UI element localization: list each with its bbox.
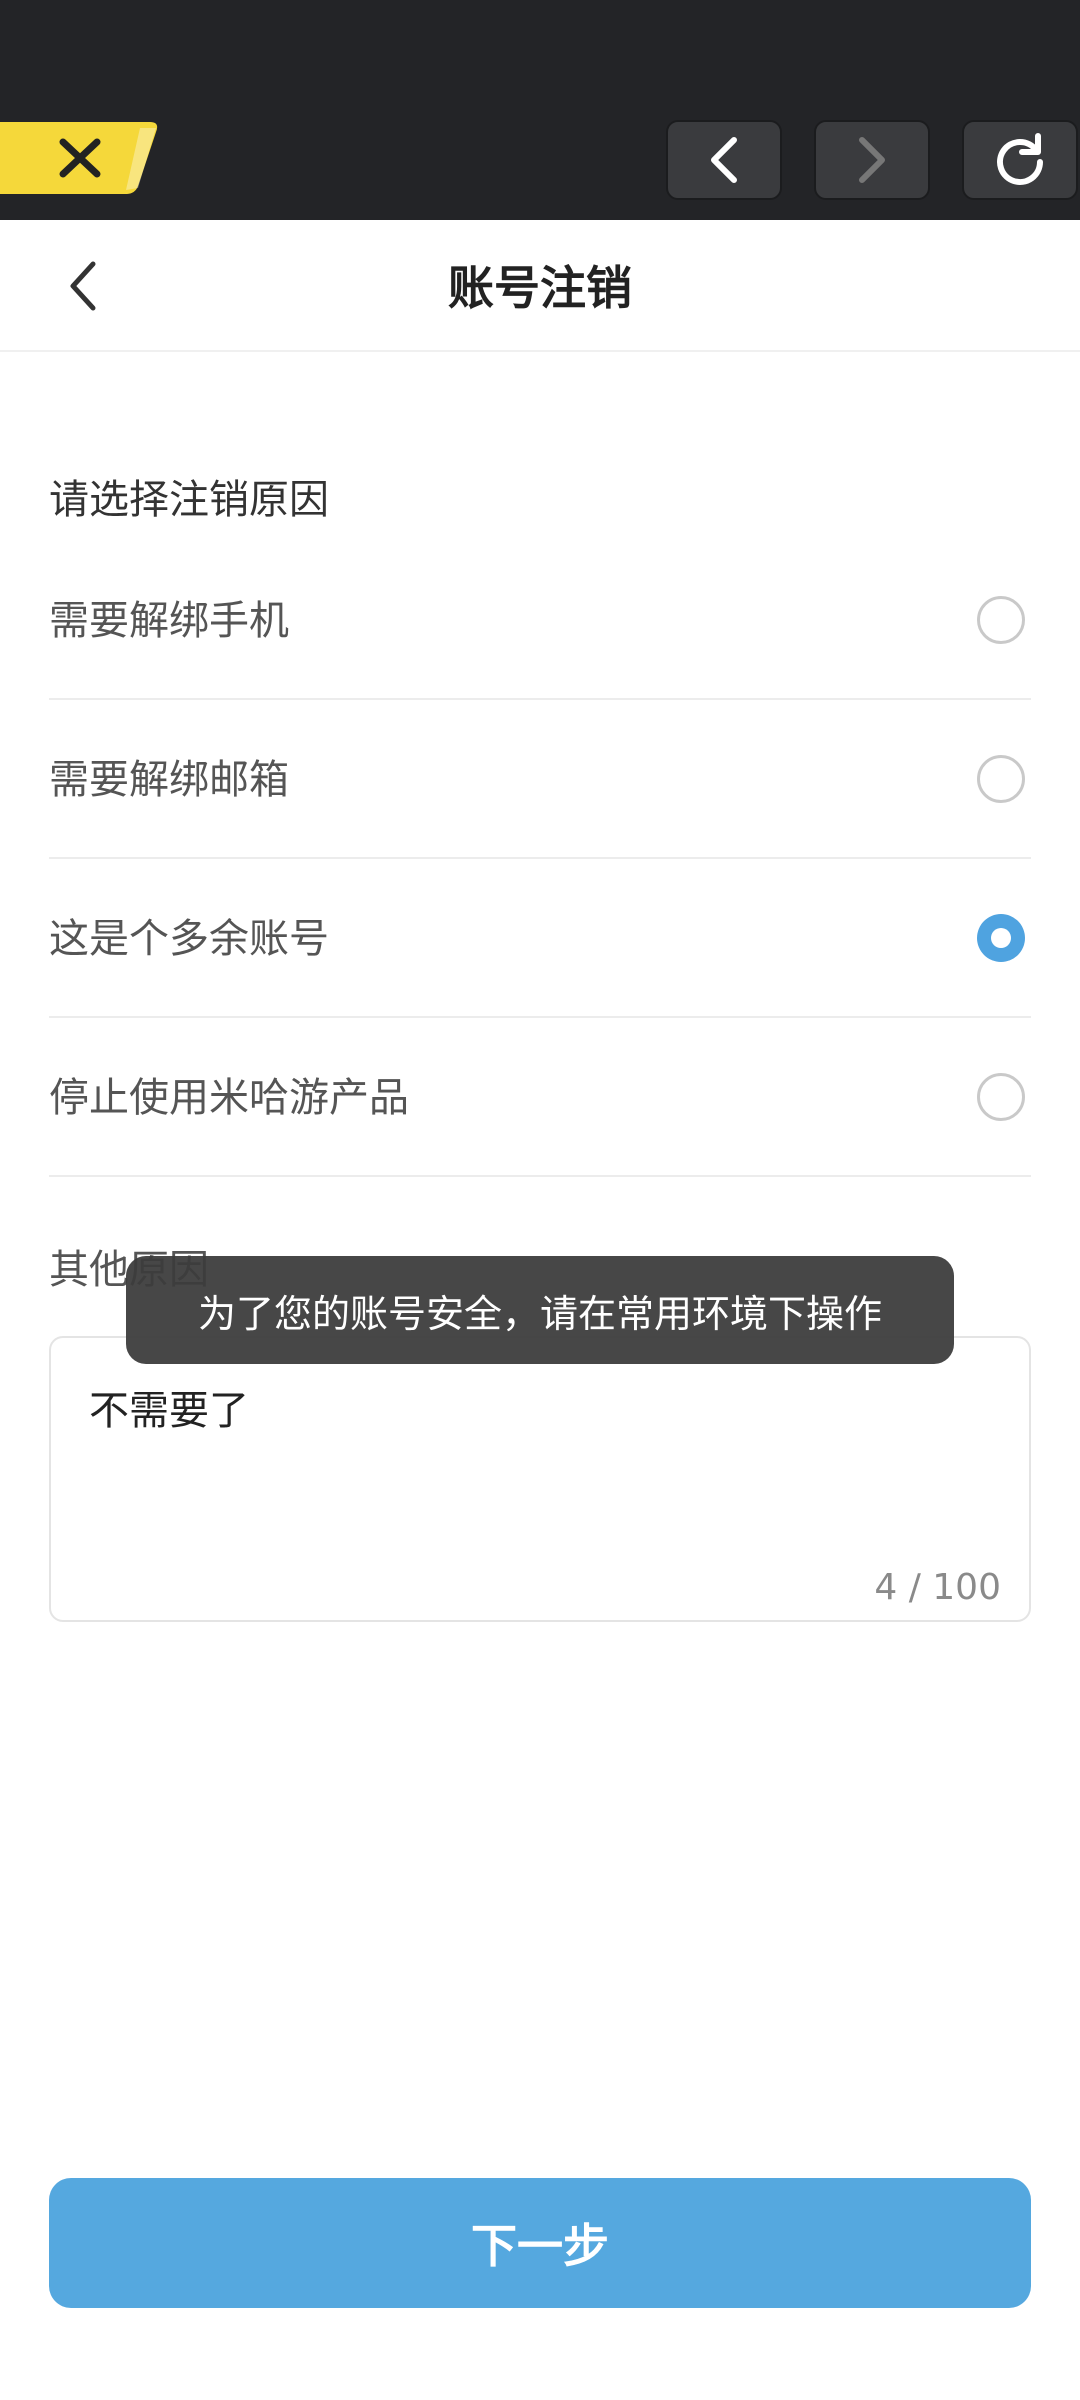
radio-button[interactable] [977,1073,1025,1121]
browser-toolbar [0,0,1080,220]
radio-button-selected[interactable] [977,914,1025,962]
browser-forward-button[interactable] [814,120,930,200]
page-header: 账号注销 [0,220,1080,352]
browser-refresh-button[interactable] [962,120,1078,200]
reason-option-extra-account[interactable]: 这是个多余账号 [49,860,1031,1018]
page-title: 账号注销 [448,261,632,315]
textarea-value: 不需要了 [89,1388,249,1434]
option-label: 需要解绑手机 [49,598,289,644]
reason-option-stop-using[interactable]: 停止使用米哈游产品 [49,1019,1031,1177]
close-tab-button[interactable] [0,122,160,194]
char-count: 4 / 100 [874,1567,1001,1608]
browser-back-button[interactable] [666,120,782,200]
next-button[interactable]: 下一步 [49,2178,1031,2308]
reason-prompt: 请选择注销原因 [49,477,329,523]
chevron-left-icon [70,261,96,311]
refresh-icon [997,133,1043,185]
option-label: 需要解绑邮箱 [49,757,289,803]
other-reason-textarea[interactable]: 不需要了 4 / 100 [49,1336,1031,1622]
toast-message: 为了您的账号安全，请在常用环境下操作 [126,1256,954,1364]
radio-button[interactable] [977,755,1025,803]
option-label: 停止使用米哈游产品 [49,1075,409,1121]
radio-button[interactable] [977,596,1025,644]
reason-option-unbind-email[interactable]: 需要解绑邮箱 [49,701,1031,859]
option-label: 这是个多余账号 [49,916,329,962]
chevron-left-icon [711,137,737,183]
reason-option-unbind-phone[interactable]: 需要解绑手机 [49,542,1031,700]
back-button[interactable] [58,256,108,316]
chevron-right-icon [859,137,885,183]
close-icon [0,122,158,194]
